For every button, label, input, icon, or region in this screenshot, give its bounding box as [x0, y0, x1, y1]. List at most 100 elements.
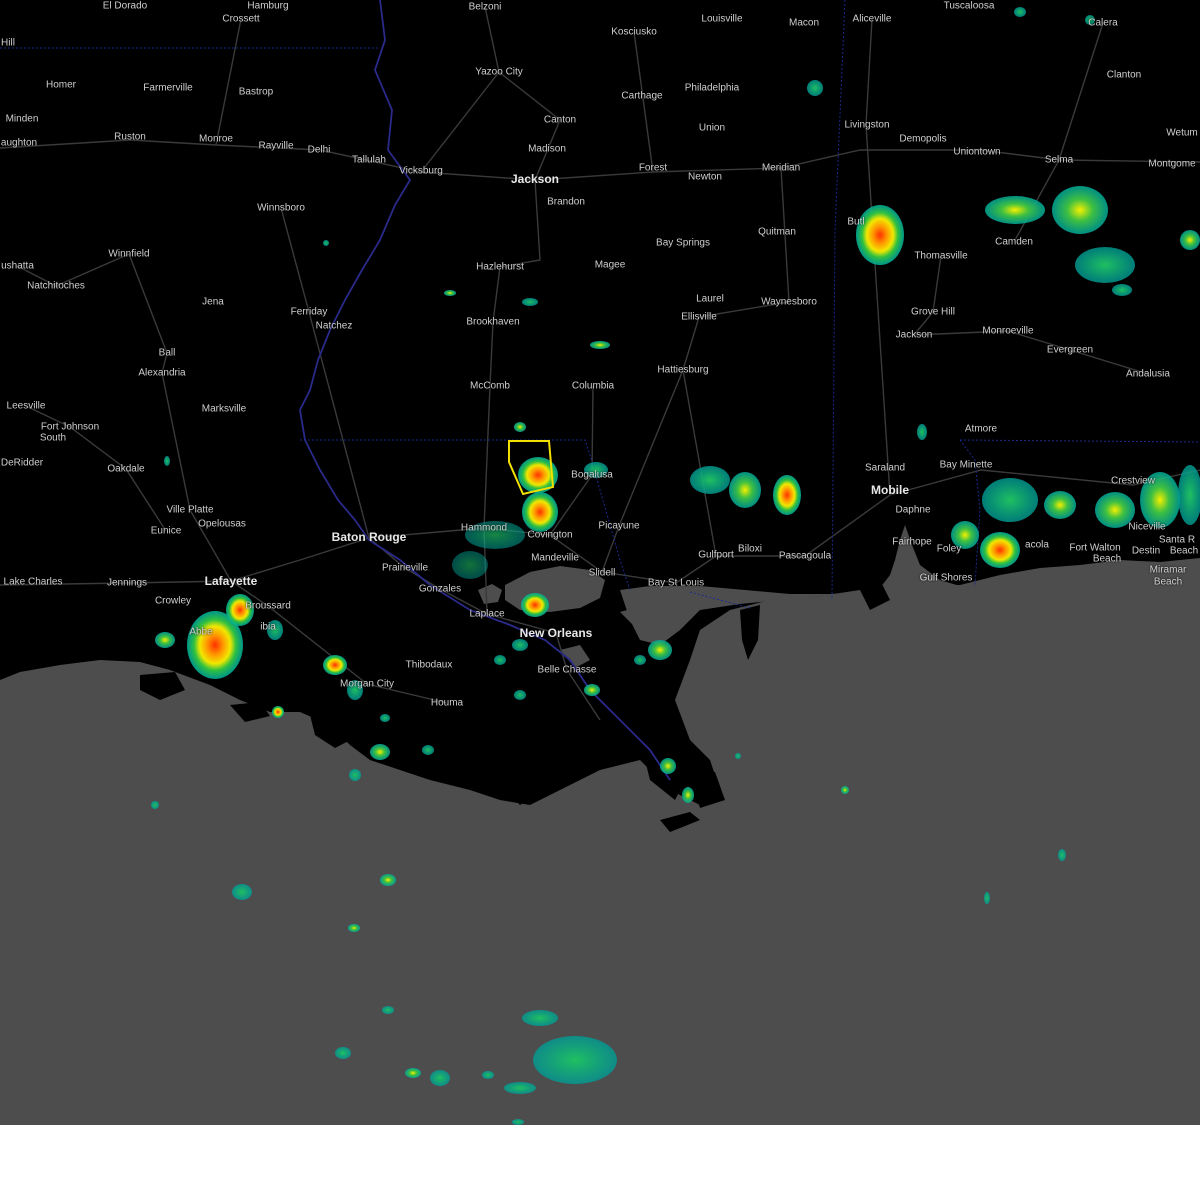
city-label: Morgan City	[340, 678, 394, 690]
city-label: Uniontown	[953, 146, 1001, 158]
city-label: Tuscaloosa	[943, 0, 995, 12]
city-label: Vicksburg	[399, 165, 443, 177]
city-label: Ville Platte	[166, 504, 214, 516]
city-label: Hill	[1, 37, 15, 49]
city-label: Bogalusa	[571, 469, 613, 481]
city-label: Beach	[1169, 545, 1199, 557]
city-label: Forest	[638, 162, 668, 174]
city-label: Ruston	[114, 131, 146, 143]
city-label: Biloxi	[738, 543, 762, 555]
city-label: Minden	[5, 113, 39, 125]
city-label: Montgome	[1148, 158, 1196, 170]
city-label: Belle Chasse	[537, 664, 597, 676]
city-label: Santa R	[1158, 534, 1196, 546]
lakes	[478, 566, 665, 668]
city-label: Belzoni	[468, 1, 502, 13]
city-label: Butl	[847, 216, 865, 228]
city-label: Winnfield	[108, 248, 150, 260]
city-label: Louisville	[701, 13, 743, 25]
city-label: Broussard	[245, 600, 291, 612]
city-label: McComb	[469, 380, 511, 392]
city-label: Clanton	[1106, 69, 1142, 81]
city-label: Beach	[1092, 553, 1122, 565]
city-label: Atmore	[964, 423, 998, 435]
city-label: Marksville	[201, 403, 247, 415]
city-label: Hattiesburg	[657, 364, 709, 376]
city-label: Magee	[594, 259, 626, 271]
city-label: Ellisville	[681, 311, 717, 323]
city-label: Rayville	[258, 140, 294, 152]
city-label: Hammond	[460, 522, 508, 534]
city-label: Baton Rouge	[331, 530, 407, 544]
city-label: Hazlehurst	[476, 261, 524, 273]
city-label: Selma	[1044, 154, 1074, 166]
city-label: Laurel	[696, 293, 724, 305]
radar-map[interactable]: El Dorado Hamburg Crossett Belzoni Kosciusko…	[0, 0, 1200, 1125]
city-label: Houma	[430, 697, 464, 709]
city-label: ibia	[260, 621, 276, 633]
city-label: Beach	[1153, 576, 1183, 588]
city-label: Aliceville	[852, 13, 892, 25]
gulf-water	[0, 525, 1200, 1125]
city-label: Yazoo City	[475, 66, 523, 78]
city-label: Jena	[202, 296, 224, 308]
city-label: Lake Charles	[3, 576, 63, 588]
city-label: Bay Springs	[656, 237, 710, 249]
city-label: Monroe	[199, 133, 233, 145]
city-label: Ball	[158, 347, 176, 359]
city-label: Camden	[995, 236, 1033, 248]
city-label: Bay St Louis	[647, 577, 705, 589]
city-label: Gulf Shores	[919, 572, 973, 584]
city-label: Fairhope	[892, 536, 932, 548]
city-label: New Orleans	[519, 626, 593, 640]
city-label: Destin	[1131, 545, 1161, 557]
city-label: Calera	[1088, 17, 1118, 29]
city-label: Bay Minette	[939, 459, 993, 471]
city-label: Crestview	[1111, 475, 1155, 487]
city-label: Philadelphia	[684, 82, 740, 94]
city-label: Mandeville	[531, 552, 579, 564]
city-label: Gonzales	[418, 583, 462, 595]
city-label: Hamburg	[247, 0, 289, 12]
city-label: Lafayette	[204, 574, 258, 588]
city-label: DeRidder	[0, 457, 44, 469]
city-label: Carthage	[621, 90, 663, 102]
city-label: Leesville	[6, 400, 46, 412]
city-label: Abbe	[189, 626, 213, 638]
city-label: acola	[1025, 539, 1049, 551]
city-label: Foley	[936, 543, 962, 555]
city-label: Gulfport	[698, 549, 734, 561]
city-label: Brandon	[547, 196, 585, 208]
city-label: Covington	[527, 529, 573, 541]
city-label: Farmerville	[143, 82, 193, 94]
city-label: Crowley	[154, 595, 192, 607]
city-label: Slidell	[588, 567, 616, 579]
city-label: Natchez	[315, 320, 353, 332]
city-label: Crossett	[222, 13, 260, 25]
city-label: Delhi	[307, 144, 331, 156]
city-label: Eunice	[150, 525, 182, 537]
city-label: Brookhaven	[466, 316, 520, 328]
city-label: Canton	[543, 114, 577, 126]
city-label: Jennings	[106, 577, 148, 589]
city-label: Ferriday	[290, 306, 328, 318]
city-label: El Dorado	[102, 0, 148, 12]
city-label: Opelousas	[198, 518, 246, 530]
city-label: Bastrop	[238, 86, 274, 98]
city-label: Picayune	[598, 520, 640, 532]
city-label: Tallulah	[352, 154, 386, 166]
page-footer	[0, 1125, 1200, 1200]
city-label: Thomasville	[914, 250, 968, 262]
city-label: Quitman	[758, 226, 796, 238]
city-label: Union	[698, 122, 726, 134]
city-label: Fort Johnson	[40, 421, 100, 433]
city-label: Livingston	[844, 119, 890, 131]
city-label: Columbia	[571, 380, 615, 392]
city-label: Andalusia	[1126, 368, 1170, 380]
city-label: Thibodaux	[405, 659, 453, 671]
city-label: Pascagoula	[778, 550, 832, 562]
city-label: Newton	[688, 171, 722, 183]
city-label: South	[39, 432, 67, 444]
city-label: Macon	[788, 17, 820, 29]
city-label: Monroeville	[982, 325, 1034, 337]
